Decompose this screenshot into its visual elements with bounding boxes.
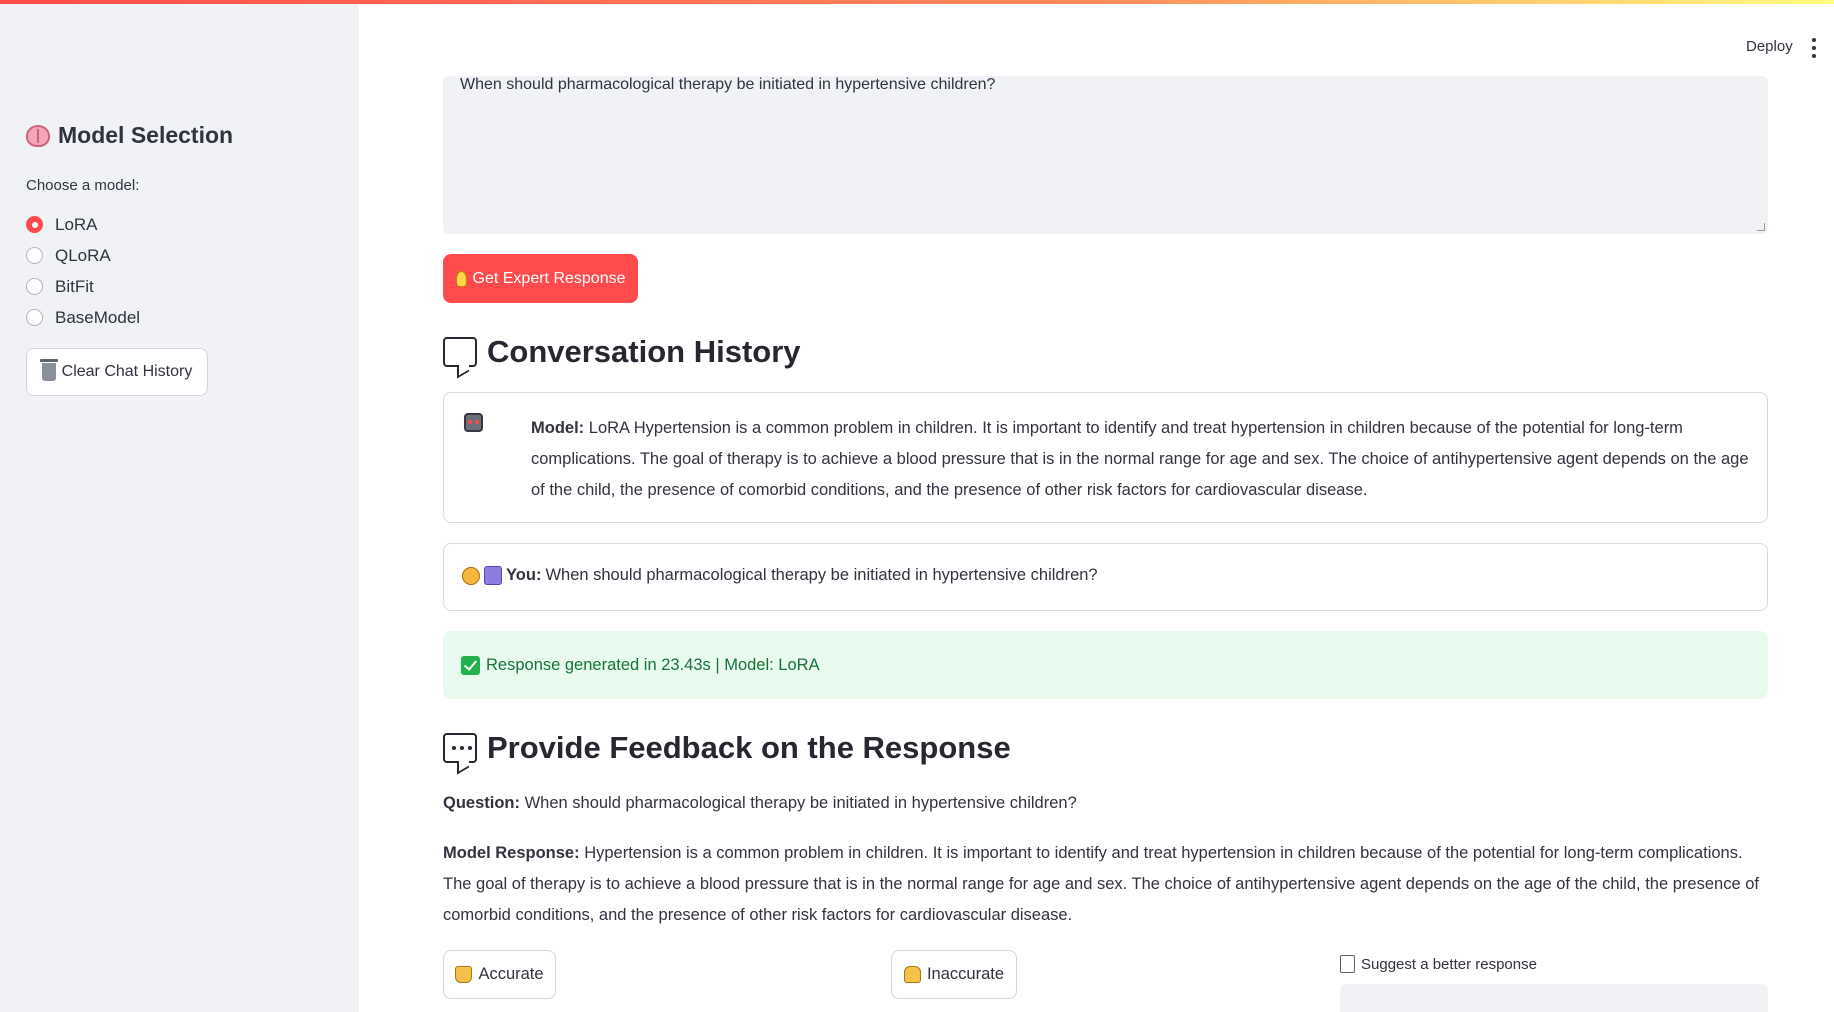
model-message-body: LoRA Hypertension is a common problem in… xyxy=(531,419,1749,499)
model-message-card: Model: LoRA Hypertension is a common pro… xyxy=(443,392,1768,523)
radio-button-qlora[interactable] xyxy=(26,247,43,264)
radio-option-lora[interactable]: LoRA xyxy=(26,209,140,240)
feedback-heading: Provide Feedback on the Response xyxy=(443,730,1011,766)
success-alert: Response generated in 23.43s | Model: Lo… xyxy=(443,631,1768,699)
user-message-body: When should pharmacological therapy be i… xyxy=(545,566,1098,584)
radio-label-lora: LoRA xyxy=(55,214,98,234)
clear-chat-history-label: Clear Chat History xyxy=(61,363,193,380)
radio-option-qlora[interactable]: QLoRA xyxy=(26,240,140,271)
medic-icon xyxy=(484,566,502,585)
thumbs-down-icon xyxy=(903,966,921,983)
feedback-title: Provide Feedback on the Response xyxy=(487,730,1011,765)
suggest-response-text: Suggest a better response xyxy=(1361,955,1537,973)
radio-button-bitfit[interactable] xyxy=(26,278,43,295)
model-message-text: Model: LoRA Hypertension is a common pro… xyxy=(531,413,1756,506)
feedback-question-label: Question: xyxy=(443,794,520,812)
kebab-menu-icon[interactable] xyxy=(1812,38,1818,58)
radio-option-bitfit[interactable]: BitFit xyxy=(26,271,140,302)
thumbs-up-icon xyxy=(455,966,473,983)
person-icon xyxy=(462,566,480,585)
radio-button-lora[interactable] xyxy=(26,216,43,233)
radio-label-basemodel: BaseModel xyxy=(55,307,141,327)
feedback-response-label: Model Response: xyxy=(443,844,580,862)
sidebar-title-text: Model Selection xyxy=(58,122,234,148)
inaccurate-button[interactable]: Inaccurate xyxy=(891,950,1017,999)
model-radio-group: LoRA QLoRA BitFit BaseModel xyxy=(26,209,140,333)
radio-label-qlora: QLoRA xyxy=(55,245,111,265)
sidebar: Model Selection Choose a model: LoRA QLo… xyxy=(0,4,359,1012)
lightbulb-icon xyxy=(455,270,467,287)
inaccurate-label: Inaccurate xyxy=(926,965,1005,983)
success-alert-text: Response generated in 23.43s | Model: Lo… xyxy=(486,655,820,674)
user-message-prefix: You: xyxy=(506,566,542,584)
conversation-history-heading: Conversation History xyxy=(443,334,801,370)
radio-button-basemodel[interactable] xyxy=(26,309,43,326)
feedback-question: Question: When should pharmacological th… xyxy=(443,788,1768,819)
memo-icon xyxy=(1340,955,1355,973)
deploy-button[interactable]: Deploy xyxy=(1746,38,1793,55)
feedback-response-text: Hypertension is a common problem in chil… xyxy=(443,844,1759,924)
model-radio-label: Choose a model: xyxy=(26,177,140,194)
feedback-model-response: Model Response: Hypertension is a common… xyxy=(443,838,1768,931)
trash-icon xyxy=(39,359,58,381)
dots-bubble-icon xyxy=(443,733,477,763)
robot-icon xyxy=(464,413,483,432)
resize-handle-icon[interactable] xyxy=(1757,223,1765,231)
suggest-response-input[interactable] xyxy=(1340,984,1768,1012)
radio-option-basemodel[interactable]: BaseModel xyxy=(26,302,140,333)
model-message-prefix: Model: xyxy=(531,419,585,437)
clear-chat-history-button[interactable]: Clear Chat History xyxy=(26,348,208,396)
get-expert-response-button[interactable]: Get Expert Response xyxy=(443,254,638,303)
accurate-button[interactable]: Accurate xyxy=(443,950,556,999)
check-icon xyxy=(461,655,480,675)
suggest-response-label: Suggest a better response xyxy=(1340,955,1537,973)
radio-label-bitfit: BitFit xyxy=(55,276,94,296)
brain-icon xyxy=(26,124,50,147)
question-input[interactable]: When should pharmacological therapy be i… xyxy=(443,76,1768,234)
accurate-label: Accurate xyxy=(478,965,544,983)
sidebar-title: Model Selection xyxy=(26,122,233,149)
feedback-question-text: When should pharmacological therapy be i… xyxy=(524,794,1077,812)
speech-bubble-icon xyxy=(443,337,477,367)
conversation-history-title: Conversation History xyxy=(487,334,801,369)
question-input-value: When should pharmacological therapy be i… xyxy=(460,76,996,93)
get-expert-response-label: Get Expert Response xyxy=(472,269,626,287)
user-message-row: You: When should pharmacological therapy… xyxy=(462,566,1098,585)
user-message-card: You: When should pharmacological therapy… xyxy=(443,543,1768,611)
